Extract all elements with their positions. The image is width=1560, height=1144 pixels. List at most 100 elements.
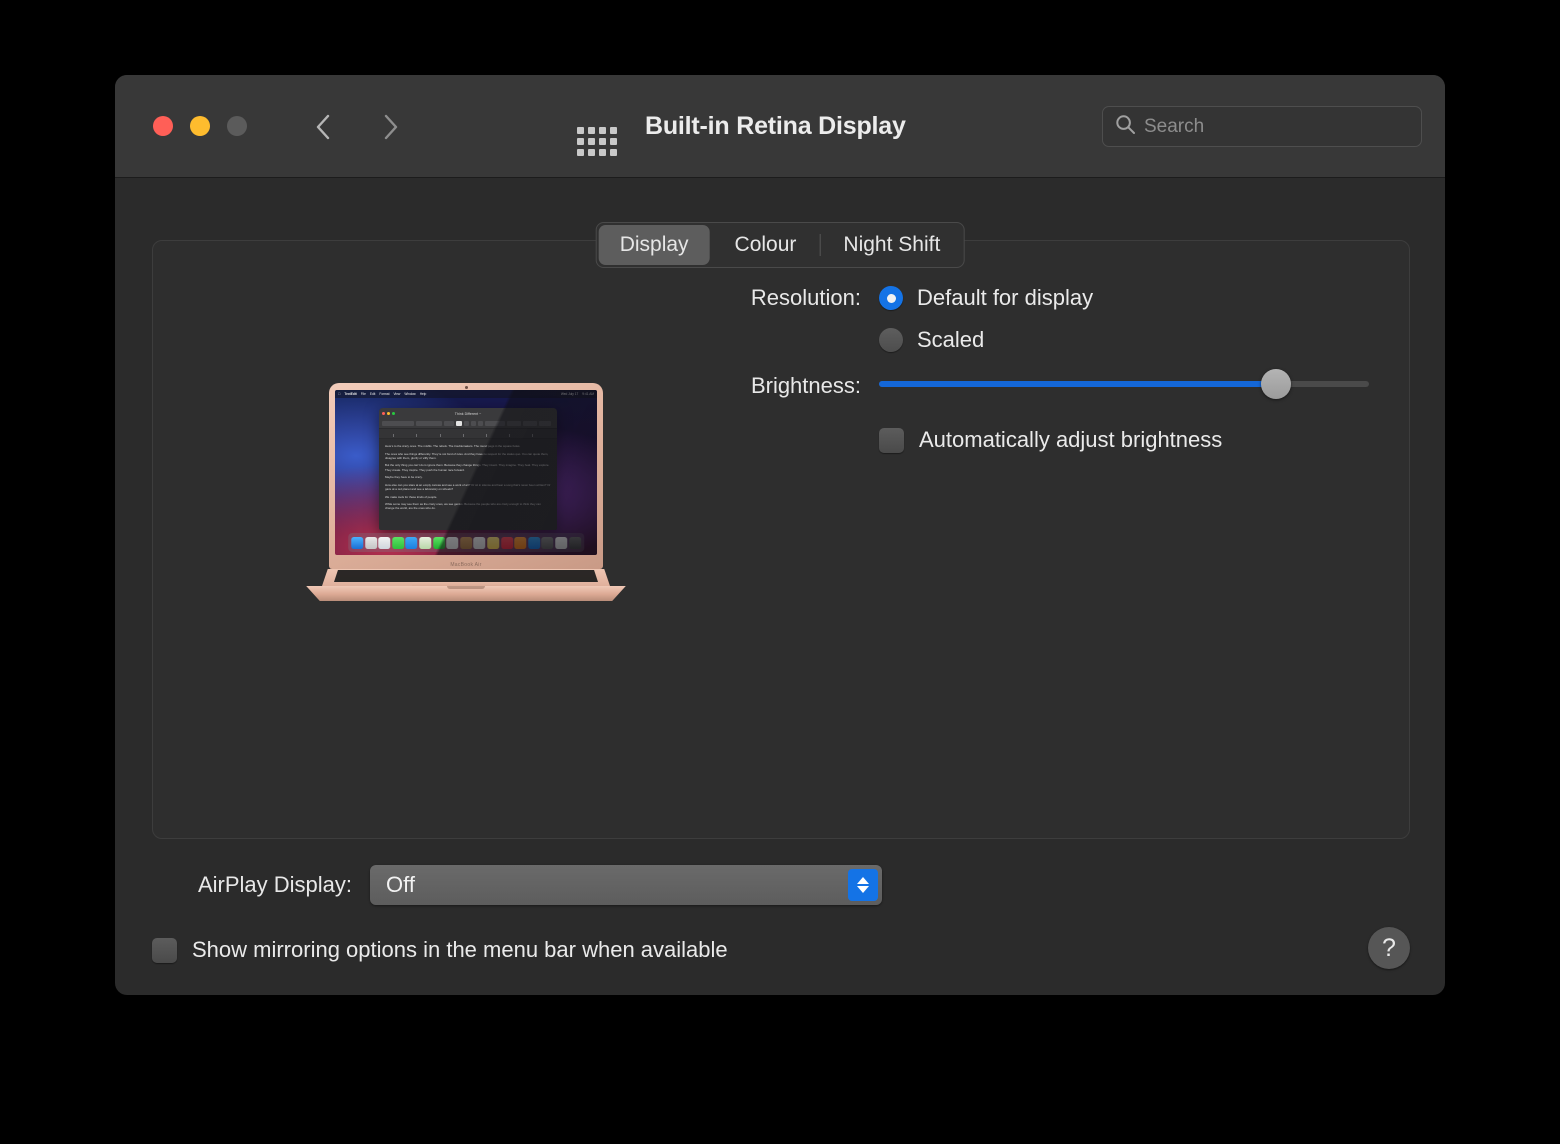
- system-preferences-window: Built-in Retina Display Search Display C…: [115, 75, 1445, 995]
- close-window-button[interactable]: [153, 116, 173, 136]
- document-paragraph: How else can you stare at an empty canva…: [385, 482, 551, 491]
- underline-control: [478, 421, 483, 426]
- document-paragraph: While some may see them as the crazy one…: [385, 502, 541, 511]
- menubar-date: Wed July 17: [560, 392, 579, 396]
- tab-colour[interactable]: Colour: [712, 223, 820, 267]
- laptop-screen:  TextEdit File Edit Format View Window …: [335, 390, 597, 555]
- chevron-updown-icon[interactable]: [848, 869, 878, 901]
- appstore-icon: [527, 536, 540, 549]
- brightness-slider[interactable]: [879, 369, 1369, 399]
- grid-cell: [599, 149, 606, 156]
- document-paragraph: Here's to the crazy ones. The misfits. T…: [385, 444, 521, 448]
- minimize-window-button[interactable]: [190, 116, 210, 136]
- resolution-label: Resolution:: [750, 285, 861, 310]
- chevron-down-icon: [857, 886, 869, 893]
- airplay-display-dropdown[interactable]: Off: [370, 865, 882, 905]
- auto-brightness-checkbox[interactable]: [879, 427, 904, 453]
- mirroring-option-row[interactable]: Show mirroring options in the menu bar w…: [152, 937, 728, 963]
- list-controls: [507, 421, 521, 426]
- grid-cell: [577, 127, 584, 134]
- resolution-options: Default for display Scaled: [879, 285, 1093, 353]
- forward-chevron-icon[interactable]: [379, 111, 403, 143]
- safari-icon: [378, 536, 391, 549]
- show-mirroring-checkbox[interactable]: [152, 937, 177, 963]
- help-button[interactable]: ?: [1368, 927, 1410, 969]
- menubar-item: File: [358, 392, 366, 396]
- grid-cell: [588, 149, 595, 156]
- font-size-control: [444, 421, 454, 426]
- search-icon: [1115, 114, 1136, 140]
- brightness-row: Brightness:: [716, 369, 1369, 399]
- auto-brightness-row[interactable]: Automatically adjust brightness: [716, 427, 1369, 453]
- radio-scaled-label: Scaled: [917, 327, 985, 352]
- airplay-selected-value: Off: [386, 872, 415, 897]
- style-menu-control: [539, 421, 551, 426]
- menubar-apple-icon: : [338, 392, 340, 396]
- back-chevron-icon[interactable]: [311, 111, 335, 143]
- tab-bar: Display Colour Night Shift: [595, 222, 965, 268]
- tab-night-shift[interactable]: Night Shift: [820, 223, 963, 267]
- textedit-titlebar: Think Different ~: [379, 408, 557, 419]
- grid-cell: [610, 127, 617, 134]
- display-settings-panel:  TextEdit File Edit Format View Window …: [152, 240, 1410, 839]
- menubar-item: Help: [417, 392, 427, 396]
- grid-cell: [577, 149, 584, 156]
- radio-default-for-display[interactable]: [879, 286, 903, 310]
- search-placeholder: Search: [1144, 115, 1205, 137]
- textedit-ruler: [379, 429, 557, 439]
- mail-icon: [405, 536, 418, 549]
- finder-icon: [351, 536, 364, 549]
- messages-icon: [392, 536, 405, 549]
- chevron-up-icon: [857, 877, 869, 884]
- grid-cell: [599, 138, 606, 145]
- show-mirroring-label: Show mirroring options in the menu bar w…: [192, 937, 728, 962]
- airplay-display-row: AirPlay Display: Off: [152, 865, 1408, 905]
- trash-icon: [568, 536, 581, 549]
- font-style-control: [416, 421, 442, 426]
- traffic-light-buttons: [153, 116, 247, 136]
- grid-cell: [588, 127, 595, 134]
- calendar-icon: [446, 536, 459, 549]
- navigation-buttons: [311, 111, 403, 143]
- reminders-icon: [473, 536, 486, 549]
- textedit-document-body: Here's to the crazy ones. The misfits. T…: [379, 439, 557, 519]
- menubar-item: TextEdit: [342, 392, 356, 396]
- tab-display[interactable]: Display: [598, 225, 710, 265]
- systemprefs-icon: [541, 536, 554, 549]
- preview-textedit-window: Think Different ~ Here's to the crazy on…: [379, 408, 557, 530]
- text-color-swatch: [456, 421, 462, 426]
- books-icon: [514, 536, 527, 549]
- radio-default-label: Default for display: [917, 285, 1094, 310]
- display-controls: Resolution: Default for display Scaled B…: [716, 285, 1369, 453]
- grid-cell: [610, 149, 617, 156]
- grid-cell: [610, 138, 617, 145]
- brightness-label: Brightness:: [750, 373, 861, 398]
- laptop-base: [286, 569, 646, 603]
- laptop-lid:  TextEdit File Edit Format View Window …: [329, 383, 603, 569]
- document-paragraph: But the only thing you can't do is ignor…: [385, 463, 550, 472]
- brightness-slider-fill: [879, 381, 1276, 387]
- spacing-control: [523, 421, 537, 426]
- menubar-status-area: Wed July 17 9:41 AM: [561, 392, 594, 396]
- show-all-grid-icon[interactable]: [577, 127, 617, 156]
- alignment-controls: [485, 421, 505, 426]
- menubar-time: 9:41 AM: [582, 392, 594, 396]
- resolution-option-scaled[interactable]: Scaled: [879, 327, 1093, 353]
- notes-icon: [487, 536, 500, 549]
- grid-cell: [577, 138, 584, 145]
- laptop-keyboard: [334, 570, 598, 582]
- brightness-slider-thumb[interactable]: [1260, 369, 1291, 399]
- zoom-window-button[interactable]: [227, 116, 247, 136]
- resolution-option-default[interactable]: Default for display: [879, 285, 1093, 311]
- preview-dock: [348, 533, 584, 552]
- facetime-icon: [432, 536, 445, 549]
- search-field[interactable]: Search: [1102, 106, 1422, 147]
- music-icon: [500, 536, 513, 549]
- launchpad-icon: [364, 536, 377, 549]
- menubar-item: Format: [376, 392, 389, 396]
- document-paragraph: Maybe they have to be crazy.: [385, 475, 423, 480]
- airplay-display-label: AirPlay Display:: [197, 872, 352, 897]
- grid-cell: [588, 138, 595, 145]
- radio-scaled[interactable]: [879, 328, 903, 352]
- resolution-row: Resolution: Default for display Scaled: [716, 285, 1369, 353]
